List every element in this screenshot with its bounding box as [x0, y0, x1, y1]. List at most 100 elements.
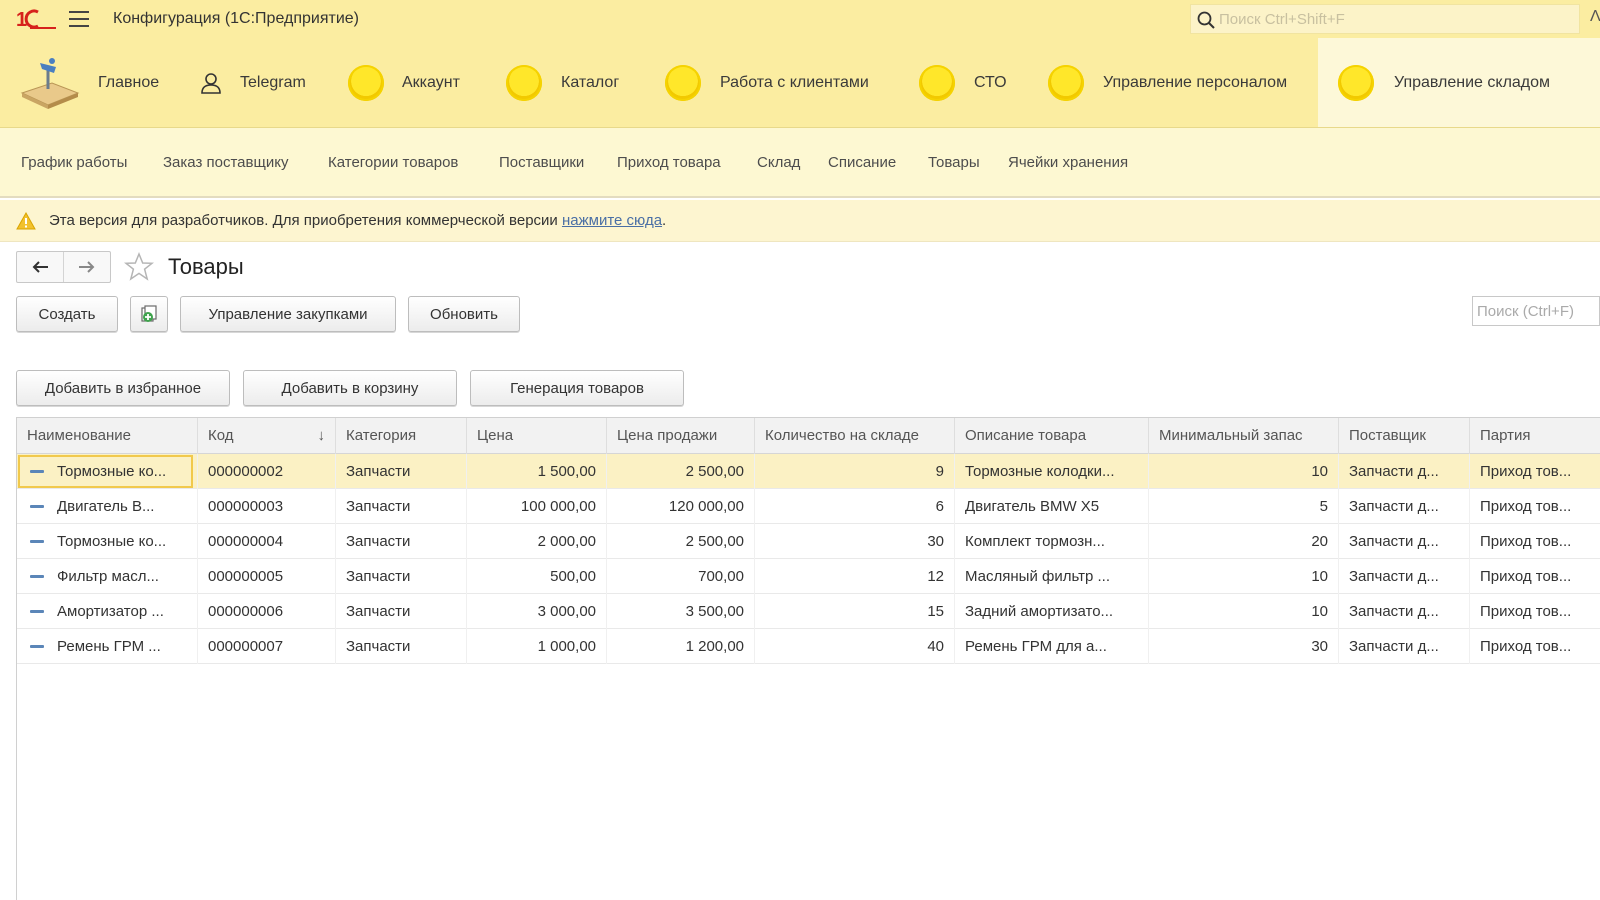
func-link-receipt[interactable]: Приход товара: [617, 154, 721, 171]
func-link-supplier-order[interactable]: Заказ поставщику: [163, 154, 288, 171]
column-header-code[interactable]: Код ↓: [198, 418, 336, 454]
batch-cell[interactable]: Приход тов...: [1470, 629, 1600, 664]
refresh-button[interactable]: Обновить: [408, 296, 520, 332]
section-telegram[interactable]: Telegram: [200, 38, 306, 127]
func-link-warehouse[interactable]: Склад: [757, 154, 800, 171]
name-cell[interactable]: Фильтр масл...: [17, 559, 198, 594]
description-cell[interactable]: Масляный фильтр ...: [955, 559, 1149, 594]
column-header[interactable]: Поставщик: [1339, 418, 1470, 454]
category-cell[interactable]: Запчасти: [336, 594, 467, 629]
batch-cell[interactable]: Приход тов...: [1470, 454, 1600, 489]
stock-cell[interactable]: 15: [755, 594, 955, 629]
stock-cell[interactable]: 12: [755, 559, 955, 594]
add-favorite-button[interactable]: Добавить в избранное: [16, 370, 230, 406]
copy-button[interactable]: [130, 296, 168, 332]
section-main[interactable]: Главное: [18, 38, 159, 127]
column-header[interactable]: Описание товара: [955, 418, 1149, 454]
create-button[interactable]: Создать: [16, 296, 118, 332]
min-stock-cell[interactable]: 10: [1149, 559, 1339, 594]
func-link-goods[interactable]: Товары: [928, 154, 980, 171]
stock-cell[interactable]: 6: [755, 489, 955, 524]
column-header[interactable]: Партия: [1470, 418, 1600, 454]
sale-price-cell[interactable]: 1 200,00: [607, 629, 755, 664]
section-account[interactable]: Аккаунт: [348, 38, 460, 127]
price-cell[interactable]: 1 000,00: [467, 629, 607, 664]
supplier-cell[interactable]: Запчасти д...: [1339, 454, 1470, 489]
global-search[interactable]: [1190, 4, 1580, 34]
min-stock-cell[interactable]: 10: [1149, 454, 1339, 489]
supplier-cell[interactable]: Запчасти д...: [1339, 629, 1470, 664]
main-menu-icon[interactable]: [69, 11, 89, 27]
sale-price-cell[interactable]: 2 500,00: [607, 524, 755, 559]
table-row[interactable]: Тормозные ко... 000000004 Запчасти 2 000,00…: [17, 524, 1600, 559]
min-stock-cell[interactable]: 5: [1149, 489, 1339, 524]
category-cell[interactable]: Запчасти: [336, 559, 467, 594]
price-cell[interactable]: 1 500,00: [467, 454, 607, 489]
forward-button[interactable]: [63, 252, 110, 282]
sale-price-cell[interactable]: 2 500,00: [607, 454, 755, 489]
goods-table[interactable]: Наименование Код ↓ Категория Цена Цена п…: [16, 417, 1600, 900]
category-cell[interactable]: Запчасти: [336, 489, 467, 524]
section-hr[interactable]: Управление персоналом: [1048, 38, 1287, 127]
code-cell[interactable]: 000000005: [198, 559, 336, 594]
column-header[interactable]: Наименование: [17, 418, 198, 454]
price-cell[interactable]: 2 000,00: [467, 524, 607, 559]
column-header[interactable]: Цена: [467, 418, 607, 454]
global-search-input[interactable]: [1219, 5, 1574, 33]
batch-cell[interactable]: Приход тов...: [1470, 559, 1600, 594]
add-cart-button[interactable]: Добавить в корзину: [243, 370, 457, 406]
description-cell[interactable]: Комплект тормозн...: [955, 524, 1149, 559]
sale-price-cell[interactable]: 700,00: [607, 559, 755, 594]
column-header[interactable]: Категория: [336, 418, 467, 454]
category-cell[interactable]: Запчасти: [336, 524, 467, 559]
purchases-button[interactable]: Управление закупками: [180, 296, 396, 332]
sale-price-cell[interactable]: 3 500,00: [607, 594, 755, 629]
user-menu-icon[interactable]: Λ: [1590, 8, 1600, 26]
generate-goods-button[interactable]: Генерация товаров: [470, 370, 684, 406]
batch-cell[interactable]: Приход тов...: [1470, 524, 1600, 559]
stock-cell[interactable]: 30: [755, 524, 955, 559]
column-header[interactable]: Количество на складе: [755, 418, 955, 454]
price-cell[interactable]: 100 000,00: [467, 489, 607, 524]
supplier-cell[interactable]: Запчасти д...: [1339, 489, 1470, 524]
stock-cell[interactable]: 9: [755, 454, 955, 489]
func-link-storage-cells[interactable]: Ячейки хранения: [1008, 154, 1128, 171]
func-link-categories[interactable]: Категории товаров: [328, 154, 458, 171]
description-cell[interactable]: Тормозные колодки...: [955, 454, 1149, 489]
section-catalog[interactable]: Каталог: [506, 38, 619, 127]
column-header[interactable]: Цена продажи: [607, 418, 755, 454]
supplier-cell[interactable]: Запчасти д...: [1339, 559, 1470, 594]
code-cell[interactable]: 000000004: [198, 524, 336, 559]
form-search-input[interactable]: [1473, 297, 1599, 325]
price-cell[interactable]: 500,00: [467, 559, 607, 594]
stock-cell[interactable]: 40: [755, 629, 955, 664]
category-cell[interactable]: Запчасти: [336, 454, 467, 489]
back-button[interactable]: [17, 252, 63, 282]
supplier-cell[interactable]: Запчасти д...: [1339, 524, 1470, 559]
code-cell[interactable]: 000000007: [198, 629, 336, 664]
batch-cell[interactable]: Приход тов...: [1470, 594, 1600, 629]
func-link-writeoff[interactable]: Списание: [828, 154, 896, 171]
name-cell[interactable]: Двигатель В...: [17, 489, 198, 524]
code-cell[interactable]: 000000006: [198, 594, 336, 629]
category-cell[interactable]: Запчасти: [336, 629, 467, 664]
table-row[interactable]: Двигатель В... 000000003 Запчасти 100 000,0…: [17, 489, 1600, 524]
favorite-star-icon[interactable]: [124, 252, 154, 282]
name-cell[interactable]: Тормозные ко...: [17, 454, 198, 489]
name-cell[interactable]: Амортизатор ...: [17, 594, 198, 629]
section-warehouse[interactable]: Управление складом: [1318, 38, 1600, 127]
buy-link[interactable]: нажмите сюда: [562, 212, 662, 229]
1c-logo-icon[interactable]: 1: [16, 8, 56, 30]
func-link-suppliers[interactable]: Поставщики: [499, 154, 584, 171]
price-cell[interactable]: 3 000,00: [467, 594, 607, 629]
table-row[interactable]: Ремень ГРМ ... 000000007 Запчасти 1 000,00 1…: [17, 629, 1600, 664]
func-link-schedule[interactable]: График работы: [21, 154, 127, 171]
name-cell[interactable]: Ремень ГРМ ...: [17, 629, 198, 664]
table-row[interactable]: Тормозные ко... 000000002 Запчасти 1 500,00…: [17, 454, 1600, 489]
supplier-cell[interactable]: Запчасти д...: [1339, 594, 1470, 629]
description-cell[interactable]: Задний амортизато...: [955, 594, 1149, 629]
form-search[interactable]: [1472, 296, 1600, 326]
code-cell[interactable]: 000000003: [198, 489, 336, 524]
table-row[interactable]: Амортизатор ... 000000006 Запчасти 3 000,00…: [17, 594, 1600, 629]
section-sto[interactable]: СТО: [919, 38, 1007, 127]
